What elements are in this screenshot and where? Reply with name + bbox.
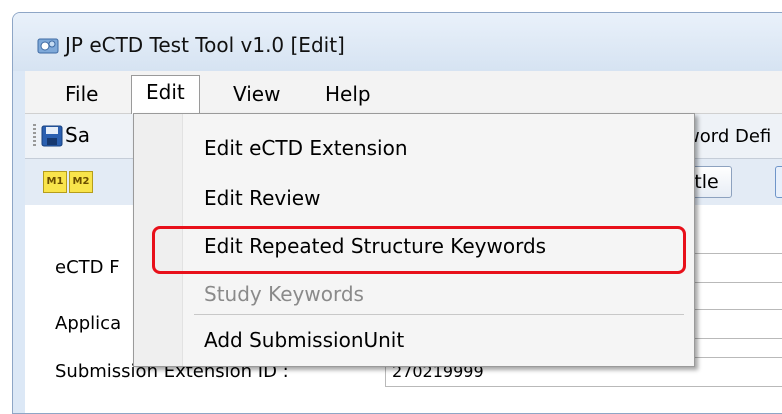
save-button[interactable]: Sa [65,123,90,147]
menu-item-study-keywords: Study Keywords [204,282,364,306]
extra-button[interactable] [775,166,782,198]
menu-item-edit-review[interactable]: Edit Review [204,186,320,210]
save-icon[interactable] [41,125,63,147]
menu-item-edit-ectd-extension[interactable]: Edit eCTD Extension [204,136,408,160]
ectd-label: eCTD F [55,257,120,278]
menu-separator [194,314,684,315]
module-m1-button[interactable]: M1 [43,171,67,193]
module-m2-button[interactable]: M2 [69,171,93,193]
menu-item-add-submissionunit[interactable]: Add SubmissionUnit [204,328,404,352]
menu-file[interactable]: File [55,78,108,110]
app-window: JP eCTD Test Tool v1.0 [Edit] File Edit … [12,12,782,414]
window-title: JP eCTD Test Tool v1.0 [Edit] [65,33,345,57]
keyword-definition-button[interactable]: word Defi [685,126,771,147]
menu-view[interactable]: View [223,78,290,110]
highlight-box [152,226,686,274]
toolbar-grip[interactable] [33,124,36,148]
application-label: Applica [55,313,122,334]
left-background [0,0,6,390]
app-icon [37,38,59,54]
title-bar: JP eCTD Test Tool v1.0 [Edit] [13,13,782,71]
menu-bar: File Edit View Help [25,71,782,118]
menu-edit[interactable]: Edit [131,75,200,118]
menu-help[interactable]: Help [315,78,381,110]
